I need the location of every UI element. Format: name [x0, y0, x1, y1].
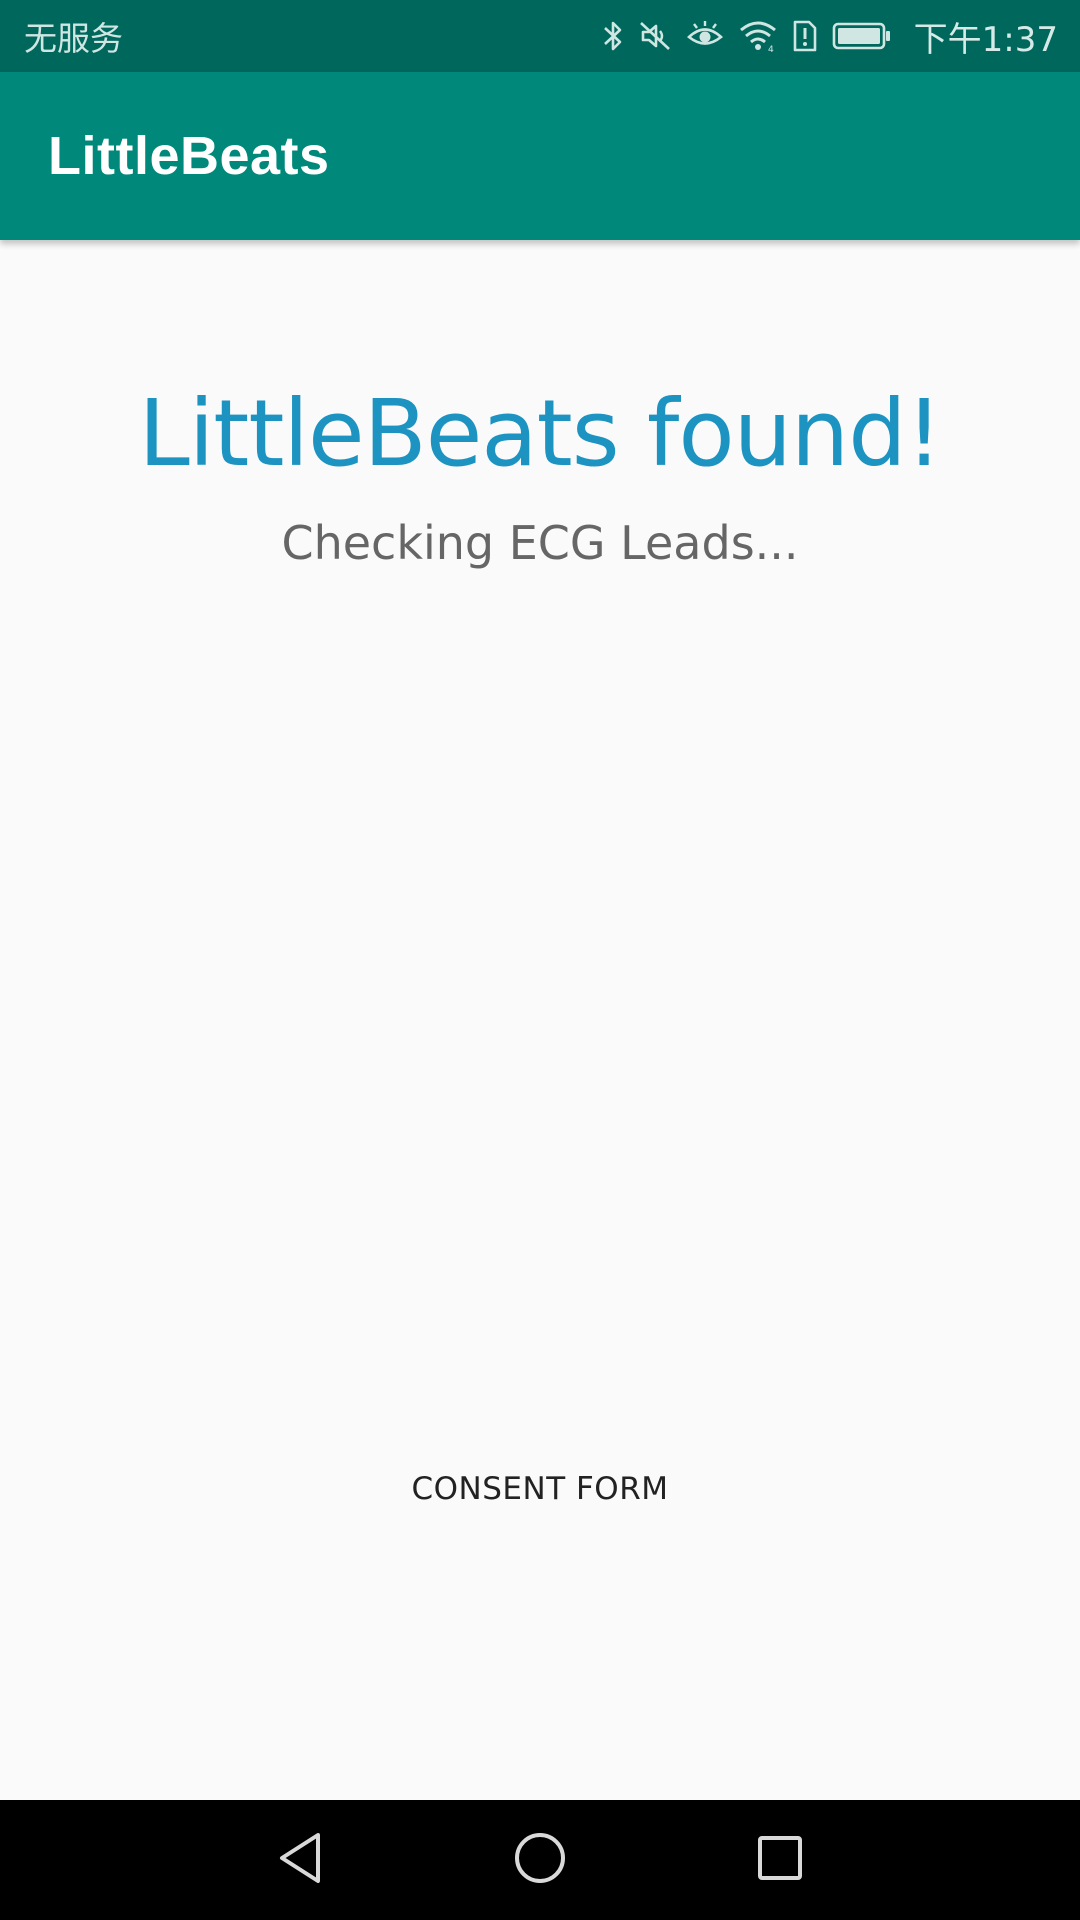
- navigation-bar: [0, 1800, 1080, 1920]
- recents-button[interactable]: [740, 1822, 820, 1898]
- device-found-heading: LittleBeats found!: [138, 380, 942, 487]
- status-bar: 无服务 4 下午1:37: [0, 0, 1080, 72]
- sim-alert-icon: [792, 19, 818, 53]
- back-button[interactable]: [260, 1822, 340, 1898]
- recents-icon: [755, 1833, 805, 1887]
- status-message: Checking ECG Leads...: [281, 516, 799, 570]
- status-icons: 4 下午1:37: [602, 12, 1058, 61]
- app-title: LittleBeats: [48, 126, 330, 186]
- eye-icon: [686, 20, 724, 52]
- app-bar: LittleBeats: [0, 72, 1080, 240]
- status-clock: 下午1:37: [913, 19, 1058, 60]
- bluetooth-icon: [602, 18, 624, 54]
- svg-text:4: 4: [768, 45, 774, 53]
- home-button[interactable]: [500, 1822, 580, 1898]
- consent-form-button[interactable]: CONSENT FORM: [390, 1448, 690, 1528]
- back-icon: [274, 1830, 326, 1890]
- screen: 无服务 4 下午1:37 LittleBeats LittleBeats fou…: [0, 0, 1080, 1920]
- home-icon: [512, 1830, 568, 1890]
- muted-icon: [638, 19, 672, 53]
- wifi-icon: 4: [738, 19, 778, 53]
- main-content: LittleBeats found! Checking ECG Leads...: [0, 240, 1080, 1800]
- carrier-label: 无服务: [24, 19, 123, 58]
- battery-icon: [832, 21, 892, 51]
